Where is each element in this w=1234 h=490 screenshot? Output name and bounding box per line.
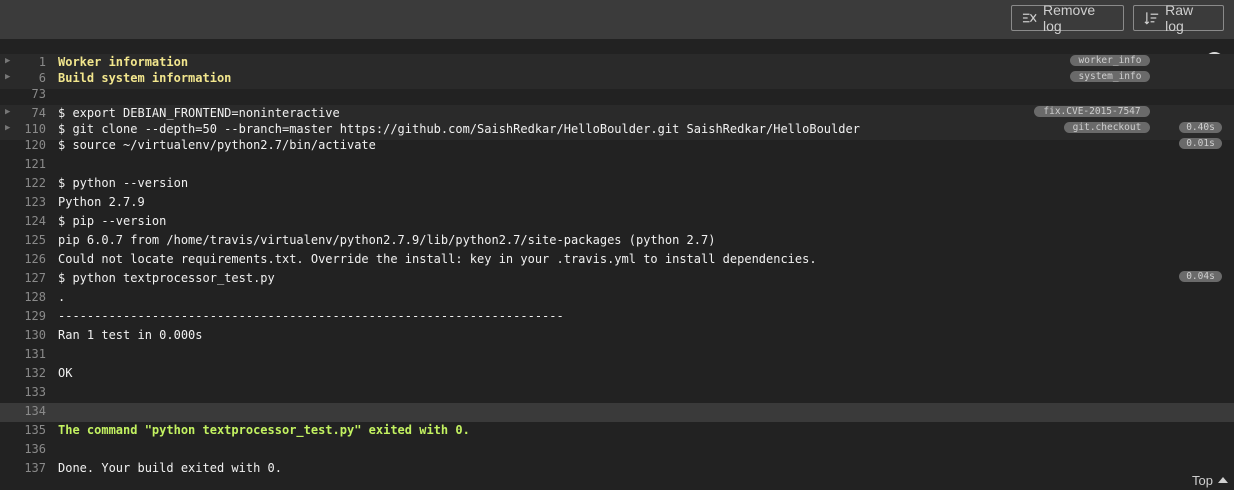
log-line: 121	[0, 156, 1234, 175]
raw-log-label: Raw log	[1165, 2, 1194, 34]
log-toolbar: Remove log Raw log	[0, 0, 1234, 39]
log-line: 135 The command "python textprocessor_te…	[0, 422, 1234, 441]
line-number[interactable]: 110	[0, 121, 46, 138]
line-number[interactable]: 131	[0, 346, 46, 363]
log-line: 126 Could not locate requirements.txt. O…	[0, 251, 1234, 270]
line-text: $ python textprocessor_test.py	[58, 271, 275, 285]
line-text: $ export DEBIAN_FRONTEND=noninteractive	[58, 106, 340, 120]
remove-log-label: Remove log	[1043, 2, 1096, 34]
line-number[interactable]: 6	[0, 70, 46, 87]
remove-log-button[interactable]: Remove log	[1011, 2, 1124, 34]
line-number[interactable]: 126	[0, 251, 46, 268]
line-text: Could not locate requirements.txt. Overr…	[58, 252, 817, 266]
line-number[interactable]: 74	[0, 105, 46, 122]
log-line-highlighted: 134	[0, 403, 1234, 422]
line-text: $ git clone --depth=50 --branch=master h…	[58, 122, 860, 136]
log-line: 73	[0, 86, 1234, 105]
fold-tag: system_info	[1070, 71, 1150, 82]
line-number[interactable]: 132	[0, 365, 46, 382]
fold-tag: git.checkout	[1064, 122, 1150, 133]
line-number[interactable]: 135	[0, 422, 46, 439]
log-line: 120 $ source ~/virtualenv/python2.7/bin/…	[0, 137, 1234, 156]
log-line: 127 $ python textprocessor_test.py 0.04s	[0, 270, 1234, 289]
line-number[interactable]: 125	[0, 232, 46, 249]
line-number[interactable]: 128	[0, 289, 46, 306]
remove-log-icon	[1022, 13, 1037, 23]
line-text: Ran 1 test in 0.000s	[58, 328, 203, 342]
line-text: $ source ~/virtualenv/python2.7/bin/acti…	[58, 138, 376, 152]
line-text: Worker information	[58, 55, 189, 69]
fold-tag: fix.CVE-2015-7547	[1034, 106, 1150, 117]
log-line: 137 Done. Your build exited with 0.	[0, 460, 1234, 479]
line-number[interactable]: 1	[0, 54, 46, 71]
line-number[interactable]: 136	[0, 441, 46, 458]
line-number[interactable]: 120	[0, 137, 46, 154]
log-line: 129 ------------------------------------…	[0, 308, 1234, 327]
line-number[interactable]: 133	[0, 384, 46, 401]
top-label: Top	[1192, 473, 1213, 488]
caret-up-icon	[1217, 476, 1228, 483]
log-line: 130 Ran 1 test in 0.000s	[0, 327, 1234, 346]
line-text: OK	[58, 366, 73, 380]
duration-badge: 0.01s	[1179, 138, 1222, 149]
line-text: $ python --version	[58, 176, 189, 190]
duration-badge: 0.04s	[1179, 271, 1222, 282]
line-number[interactable]: 73	[0, 86, 46, 103]
line-text: Done. Your build exited with 0.	[58, 461, 282, 475]
line-text: Python 2.7.9	[58, 195, 145, 209]
line-number[interactable]: 129	[0, 308, 46, 325]
line-number[interactable]: 137	[0, 460, 46, 477]
log-line: 125 pip 6.0.7 from /home/travis/virtuale…	[0, 232, 1234, 251]
line-text: Build system information	[58, 71, 232, 85]
log-line: 123 Python 2.7.9	[0, 194, 1234, 213]
log-line: 124 $ pip --version	[0, 213, 1234, 232]
fold-tag: worker_info	[1070, 55, 1150, 66]
scroll-to-top-link[interactable]: Top	[1192, 473, 1228, 488]
line-text: .	[58, 290, 66, 304]
log-line: 122 $ python --version	[0, 175, 1234, 194]
log-line: 133	[0, 384, 1234, 403]
line-number[interactable]: 134	[0, 403, 46, 420]
line-text: The command "python textprocessor_test.p…	[58, 423, 470, 437]
line-number[interactable]: 124	[0, 213, 46, 230]
raw-log-icon	[1144, 12, 1159, 25]
log-line: 136	[0, 441, 1234, 460]
log-line: 131	[0, 346, 1234, 365]
line-number[interactable]: 123	[0, 194, 46, 211]
line-number[interactable]: 121	[0, 156, 46, 173]
line-text: pip 6.0.7 from /home/travis/virtualenv/p…	[58, 233, 716, 247]
duration-badge: 0.40s	[1179, 122, 1222, 133]
line-number[interactable]: 130	[0, 327, 46, 344]
raw-log-button[interactable]: Raw log	[1133, 2, 1224, 34]
line-text: $ pip --version	[58, 214, 167, 228]
log-line: 128 .	[0, 289, 1234, 308]
line-text: ----------------------------------------…	[58, 309, 564, 323]
line-number[interactable]: 127	[0, 270, 46, 287]
log-line: 132 OK	[0, 365, 1234, 384]
line-number[interactable]: 122	[0, 175, 46, 192]
